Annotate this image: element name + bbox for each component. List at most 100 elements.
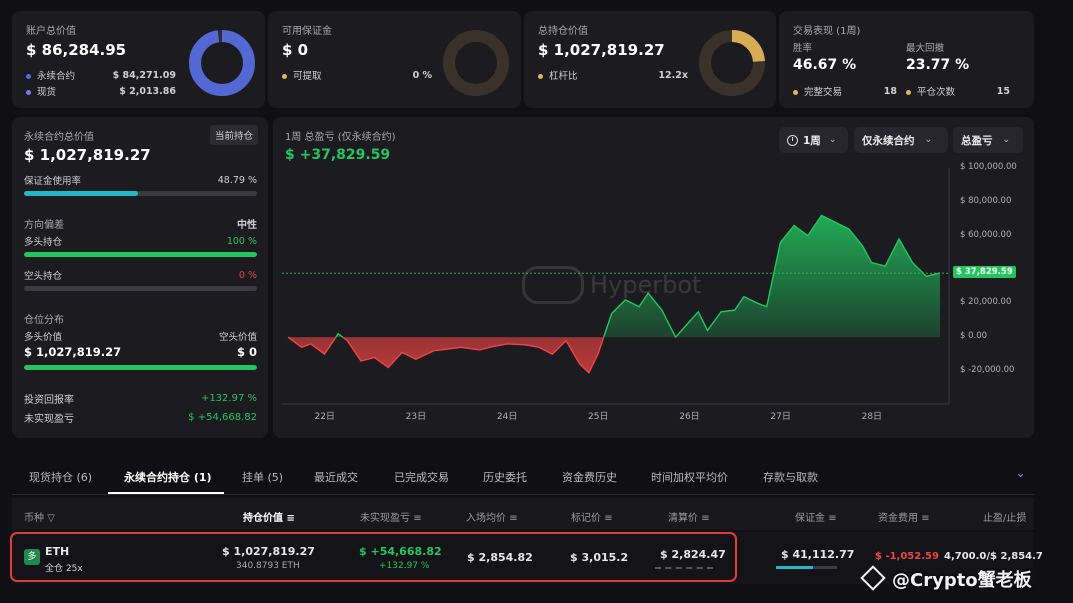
th-tpsl[interactable]: 止盈/止损 (983, 509, 1026, 524)
sort-icon: ≡ (413, 513, 422, 524)
roi-row: 投资回报率 +132.97 % (24, 393, 257, 406)
funding-cell: $ -1,052.59 (875, 551, 939, 562)
performance-label: 交易表现 (1周) (793, 26, 861, 37)
account-donut-chart (189, 30, 255, 96)
spot-dot-icon (26, 90, 31, 95)
x-tick-label: 25日 (588, 412, 609, 422)
short-position-row: 空头持仓 0 % (24, 269, 257, 283)
mark-price-cell: $ 3,015.2 (570, 551, 629, 564)
account-value-card: 账户总价值 $ 86,284.95 永续合约 $ 84,271.09 现货 $ … (12, 11, 265, 108)
liq-price-cell: $ 2,824.47 (660, 548, 726, 561)
tab-8[interactable]: 存款与取款 (763, 469, 818, 485)
th-value[interactable]: 持仓价值 ≡ (243, 509, 295, 524)
sort-icon: ≡ (828, 513, 837, 524)
th-coin[interactable]: 币种 ▽ (24, 509, 55, 524)
distribution-labels: 多头价值 空头价值 (24, 332, 257, 343)
clock-icon (787, 134, 798, 146)
tab-1[interactable]: 永续合约持仓 (1) (124, 469, 212, 485)
leverage-dot-icon (538, 74, 543, 79)
chart-title: 1周 总盈亏 (仅永续合约) (285, 132, 396, 143)
leverage-row: 杠杆比 12.2x (538, 68, 688, 82)
margin-usage-bar (24, 191, 257, 196)
available-margin-card: 可用保证金 $ 0 可提取 0 % (268, 11, 521, 108)
x-tick-label: 22日 (314, 412, 335, 422)
available-margin-label: 可用保证金 (282, 26, 332, 37)
withdrawable-row: 可提取 0 % (282, 68, 432, 82)
x-tick-label: 24日 (496, 412, 518, 422)
coin-name[interactable]: ETH (45, 545, 69, 558)
hyperbot-watermark: Hyperbot (522, 266, 701, 304)
sort-icon: ≡ (509, 513, 518, 524)
tab-7[interactable]: 时间加权平均价 (651, 469, 728, 485)
coin-margin-mode: 全仓 25x (45, 564, 83, 574)
metric-dropdown[interactable]: 总盈亏 ⌄ (953, 127, 1023, 153)
current-value-label: $ 37,829.59 (953, 266, 1016, 279)
position-size-cell: 340.8793 ETH (236, 561, 300, 571)
y-tick-label: $ 80,000.00 (960, 195, 1012, 206)
long-badge-icon: 多 (24, 549, 40, 565)
position-value-card: 总持仓价值 $ 1,027,819.27 杠杆比 12.2x (524, 11, 776, 108)
tab-4[interactable]: 已完成交易 (394, 469, 449, 485)
th-mark[interactable]: 标记价 ≡ (571, 509, 613, 524)
withdrawable-dot-icon (282, 74, 287, 79)
distribution-label: 仓位分布 (24, 315, 64, 326)
scope-dropdown[interactable]: 仅永续合约 ⌄ (854, 127, 948, 153)
winrate-label: 胜率 (793, 43, 813, 54)
hyperbot-logo-icon (522, 266, 584, 304)
sort-icon: ≡ (604, 513, 613, 524)
margin-donut-chart (443, 30, 509, 96)
perp-total-value: $ 1,027,819.27 (24, 146, 151, 164)
position-value-cell: $ 1,027,819.27 (222, 545, 315, 558)
long-position-row: 多头持仓 100 % (24, 235, 257, 249)
tabs-divider (12, 494, 1034, 495)
x-tick-label: 27日 (770, 412, 791, 422)
bias-value: 中性 (237, 220, 257, 231)
perp-total-label: 永续合约总价值 (24, 132, 94, 143)
tab-5[interactable]: 历史委托 (483, 469, 527, 485)
x-tick-label: 26日 (679, 412, 700, 422)
position-value-label: 总持仓价值 (538, 26, 588, 37)
tpsl-cell[interactable]: 4,700.0/$ 2,854.7 (944, 551, 1043, 562)
y-tick-label: $ 20,000.00 (960, 297, 1012, 308)
position-donut-chart (699, 30, 765, 96)
y-tick-label: $ -20,000.00 (960, 365, 1015, 375)
period-dropdown[interactable]: 1周 ⌄ (779, 127, 848, 153)
account-value: $ 86,284.95 (26, 41, 127, 59)
complete-trades-row: 完整交易 18 (793, 84, 897, 98)
distribution-values: $ 1,027,819.27 $ 0 (24, 345, 257, 359)
account-value-label: 账户总价值 (26, 26, 76, 37)
tab-3[interactable]: 最近成交 (314, 469, 358, 485)
chevron-down-icon: ⌄ (924, 135, 933, 145)
y-tick-label: $ 60,000.00 (960, 229, 1012, 240)
x-tick-label: 28日 (861, 412, 883, 422)
position-value: $ 1,027,819.27 (538, 41, 665, 59)
long-position-bar (24, 252, 257, 257)
drawdown-label: 最大回撤 (906, 43, 945, 54)
bias-label: 方向偏差 (24, 220, 64, 231)
expand-chevron-icon[interactable]: ⌄ (1015, 466, 1026, 481)
sort-icon: ≡ (286, 513, 295, 524)
pnl-cell: $ +54,668.82 (359, 545, 442, 558)
margin-cell-bar (776, 566, 837, 569)
close-dot-icon (906, 90, 911, 95)
tab-0[interactable]: 现货持仓 (6) (29, 469, 92, 485)
x-tick-label: 23日 (405, 412, 427, 422)
th-liq[interactable]: 清算价 ≡ (668, 509, 710, 524)
tab-2[interactable]: 挂单 (5) (242, 469, 283, 485)
liq-dash-line (655, 567, 713, 569)
current-position-badge[interactable]: 当前持仓 (209, 125, 258, 145)
tab-6[interactable]: 资金费历史 (562, 469, 617, 485)
y-tick-label: $ 0.00 (960, 331, 988, 342)
th-pnl[interactable]: 未实现盈亏 ≡ (360, 509, 422, 524)
perp-dot-icon (26, 74, 31, 79)
short-position-bar (24, 286, 257, 291)
sort-icon: ≡ (701, 513, 710, 524)
drawdown-value: 23.77 % (906, 57, 970, 73)
footer-watermark: @Crypto蟹老板 (892, 570, 1032, 591)
close-count-row: 平仓次数 15 (906, 84, 1010, 98)
th-funding[interactable]: 资金费用 ≡ (878, 509, 930, 524)
th-entry[interactable]: 入场均价 ≡ (466, 509, 518, 524)
chevron-down-icon: ⌄ (1002, 135, 1011, 145)
filter-icon: ▽ (47, 513, 55, 524)
th-margin[interactable]: 保证金 ≡ (795, 509, 837, 524)
